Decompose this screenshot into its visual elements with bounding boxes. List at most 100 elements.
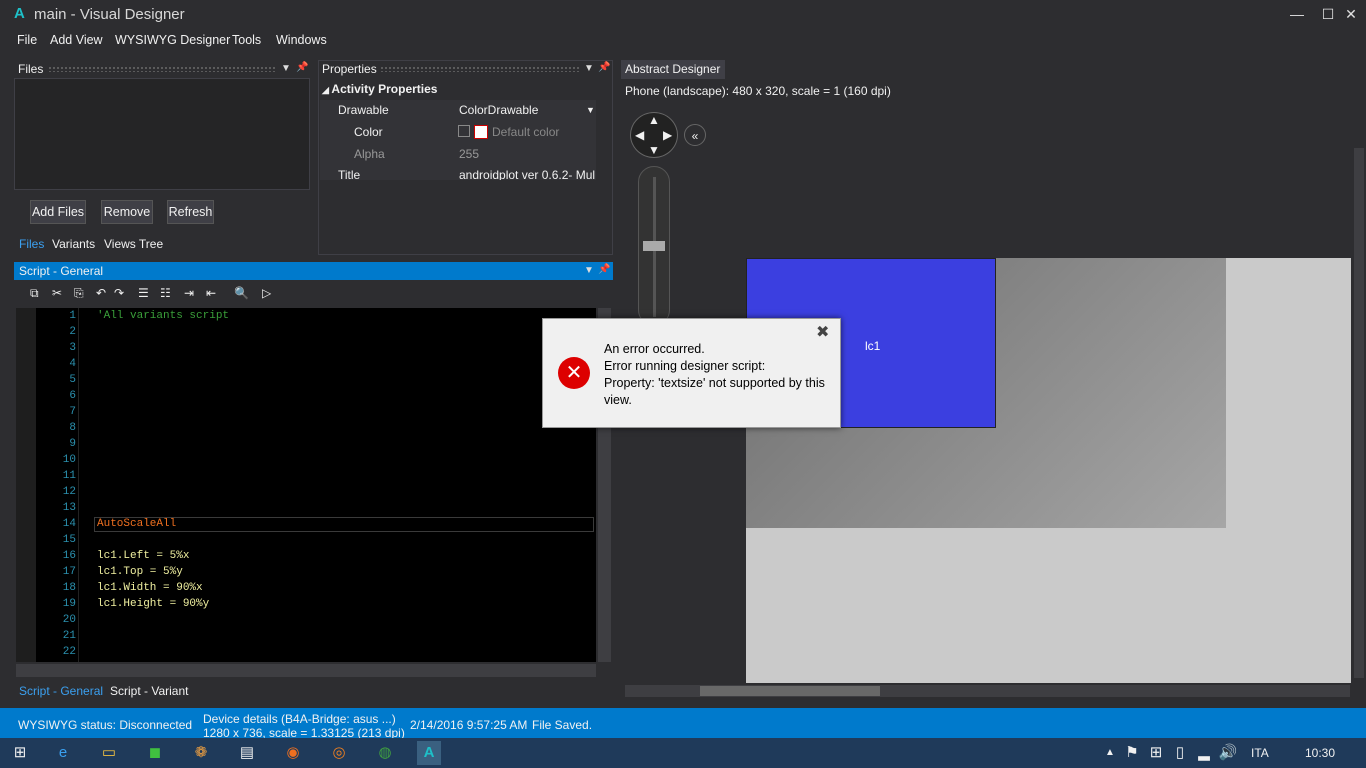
scroll-thumb[interactable] [700, 686, 880, 696]
pin-icon[interactable]: 📌 [598, 264, 610, 275]
windows-icon[interactable]: ⊞ [1146, 743, 1166, 763]
file-explorer-icon[interactable]: ▭ [99, 743, 119, 763]
line-number: 16 [62, 550, 76, 562]
horizontal-scrollbar[interactable] [16, 664, 596, 677]
edge-icon[interactable]: e [53, 743, 73, 763]
find-icon[interactable]: 🔍 [234, 286, 249, 300]
property-name: Alpha [354, 147, 385, 161]
b4a-icon[interactable]: A [417, 741, 441, 765]
pan-down-icon[interactable]: ▼ [648, 143, 660, 157]
add-files-button[interactable]: Add Files [30, 200, 86, 224]
store-icon[interactable]: ◼ [145, 743, 165, 763]
code-line[interactable]: lc1.Top = 5%y [97, 566, 183, 578]
dropdown-icon[interactable]: ▼ [281, 63, 291, 74]
close-button[interactable]: ✕ [1336, 4, 1366, 24]
paste-icon[interactable]: ⎘ [74, 286, 84, 301]
comment-icon[interactable]: ☰ [138, 286, 149, 300]
wysiwyg-status: WYSIWYG status: Disconnected [18, 718, 193, 732]
blender-icon[interactable]: ◎ [329, 743, 349, 763]
line-number: 19 [62, 598, 76, 610]
property-grid[interactable]: Drawable ColorDrawable ▼ Color Default colo… [320, 100, 596, 180]
collapse-icon[interactable]: « [684, 124, 706, 146]
line-number: 4 [69, 358, 76, 370]
property-value[interactable]: ColorDrawable [459, 99, 538, 121]
code-line[interactable]: lc1.Height = 90%y [97, 598, 209, 610]
activity-properties-header[interactable]: ◢ Activity Properties [322, 82, 437, 96]
zoom-slider[interactable] [638, 166, 670, 326]
dropdown-icon[interactable]: ▼ [586, 99, 595, 121]
language-indicator[interactable]: ITA [1251, 746, 1269, 760]
code-line[interactable]: lc1.Left = 5%x [97, 550, 189, 562]
run-icon[interactable]: ▷ [262, 286, 271, 300]
color-swatch-icon[interactable] [458, 125, 470, 137]
dropdown-icon[interactable]: ▼ [584, 63, 594, 74]
zoom-thumb[interactable] [643, 241, 665, 251]
volume-icon[interactable]: 🔊 [1218, 743, 1238, 763]
properties-grip[interactable] [380, 66, 580, 72]
property-row-color[interactable]: Color Default color [354, 121, 614, 143]
designer-horizontal-scrollbar[interactable] [625, 685, 1350, 697]
code-editor[interactable]: 1 'All variants script 2 3 4 5 6 7 8 9 10 11 12 13 14 A… [16, 308, 596, 662]
line-number: 10 [62, 454, 76, 466]
code-line[interactable]: AutoScaleAll [97, 518, 176, 530]
indent-icon[interactable]: ⇥ [184, 286, 194, 300]
pan-right-icon[interactable]: ▶ [663, 128, 672, 142]
property-row-alpha[interactable]: Alpha 255 [354, 143, 614, 165]
tab-abstract-designer[interactable]: Abstract Designer [621, 60, 725, 79]
files-grip[interactable] [48, 66, 276, 72]
windows-start-icon[interactable]: ⊞ [10, 743, 30, 763]
tab-script-general[interactable]: Script - General [19, 684, 103, 698]
line-number: 17 [62, 566, 76, 578]
redo-icon[interactable]: ↷ [114, 286, 124, 300]
pan-left-icon[interactable]: ◀ [635, 128, 644, 142]
copy-icon[interactable]: ⧉ [30, 286, 39, 301]
pin-icon[interactable]: 📌 [296, 62, 308, 73]
gutter-divider [78, 308, 79, 662]
clock[interactable]: 10:30 [1305, 746, 1335, 760]
uncomment-icon[interactable]: ☷ [160, 286, 171, 300]
view-label: lc1 [865, 339, 881, 353]
menu-tools[interactable]: Tools [232, 33, 261, 47]
menu-windows[interactable]: Windows [276, 33, 327, 47]
show-hidden-icons-icon[interactable]: ▲ [1100, 743, 1120, 763]
menu-file[interactable]: File [17, 33, 37, 47]
network-icon[interactable]: ▂ [1194, 743, 1214, 763]
app-icon[interactable]: ❁ [191, 743, 211, 763]
designer-vertical-scrollbar[interactable] [1354, 148, 1364, 678]
files-list[interactable] [14, 78, 310, 190]
menu-add-view[interactable]: Add View [50, 33, 103, 47]
flag-icon[interactable]: ⚑ [1122, 743, 1142, 763]
code-line[interactable]: 'All variants script [97, 310, 229, 322]
pan-control[interactable]: ▲ ▼ ◀ ▶ [630, 112, 678, 158]
error-line: Error running designer script: [604, 359, 766, 373]
close-icon[interactable]: ✖ [816, 322, 829, 342]
undo-icon[interactable]: ↶ [96, 286, 106, 300]
property-row-title[interactable]: Title androidplot ver 0.6.2- Mul [338, 164, 598, 180]
outdent-icon[interactable]: ⇤ [206, 286, 216, 300]
battery-icon[interactable]: ▯ [1170, 743, 1190, 763]
tab-script-variant[interactable]: Script - Variant [110, 684, 188, 698]
property-name: Drawable [338, 103, 389, 117]
pan-up-icon[interactable]: ▲ [648, 113, 660, 127]
tab-variants[interactable]: Variants [52, 237, 95, 251]
firefox-icon[interactable]: ◉ [283, 743, 303, 763]
dropdown-icon[interactable]: ▼ [584, 265, 594, 276]
remove-button[interactable]: Remove [101, 200, 153, 224]
tab-views-tree[interactable]: Views Tree [104, 237, 163, 251]
no-color-icon [474, 125, 488, 139]
property-row-drawable[interactable]: Drawable ColorDrawable ▼ [338, 99, 598, 121]
status-timestamp: 2/14/2016 9:57:25 AM [410, 718, 528, 732]
chrome-icon[interactable]: ◍ [375, 743, 395, 763]
device-selector[interactable]: Phone (landscape): 480 x 320, scale = 1 … [621, 80, 1366, 102]
status-bar: WYSIWYG status: Disconnected Device deta… [0, 708, 1366, 738]
minimize-button[interactable]: — [1282, 4, 1312, 24]
pin-icon[interactable]: 📌 [598, 62, 610, 73]
cut-icon[interactable]: ✂ [52, 286, 62, 300]
menu-wysiwyg-designer[interactable]: WYSIWYG Designer [115, 33, 230, 47]
tab-files[interactable]: Files [19, 237, 44, 251]
line-number: 21 [62, 630, 76, 642]
window-icon[interactable]: ▤ [237, 743, 257, 763]
line-number: 12 [62, 486, 76, 498]
code-line[interactable]: lc1.Width = 90%x [97, 582, 203, 594]
refresh-button[interactable]: Refresh [167, 200, 214, 224]
